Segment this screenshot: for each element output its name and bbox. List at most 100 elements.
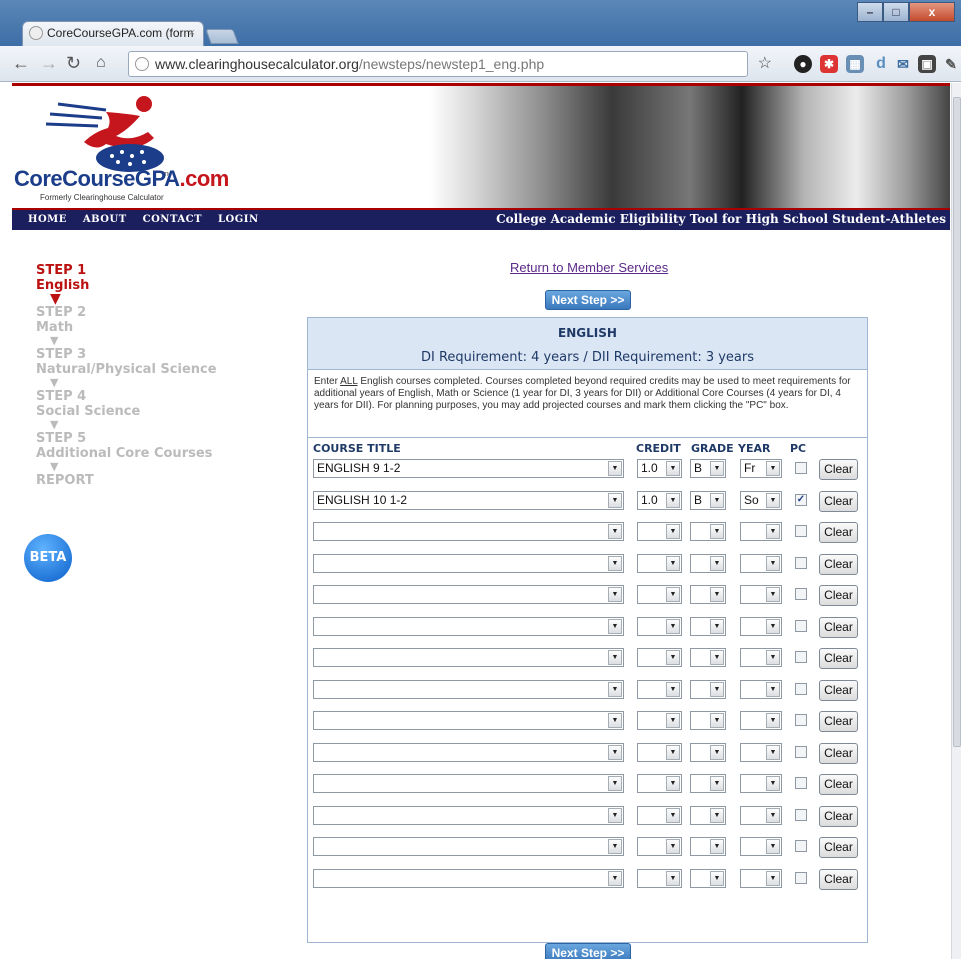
clear-row-button[interactable]: Clear bbox=[819, 837, 858, 858]
pc-checkbox[interactable] bbox=[795, 745, 807, 758]
course-title-select[interactable]: ▼ bbox=[313, 742, 624, 762]
new-tab-button[interactable] bbox=[205, 29, 239, 44]
return-to-member-services-link[interactable]: Return to Member Services bbox=[510, 260, 668, 275]
grade-select[interactable]: ▼ bbox=[690, 774, 726, 793]
chevron-down-icon[interactable]: ▼ bbox=[666, 618, 680, 634]
chevron-down-icon[interactable]: ▼ bbox=[766, 839, 780, 854]
close-window-button[interactable]: x bbox=[909, 2, 955, 22]
chevron-down-icon[interactable]: ▼ bbox=[710, 461, 724, 476]
chevron-down-icon[interactable]: ▼ bbox=[766, 776, 780, 791]
browser-tab[interactable]: CoreCourseGPA.com (form × bbox=[22, 21, 204, 46]
pc-checkbox[interactable] bbox=[795, 840, 807, 852]
clear-row-button[interactable]: Clear bbox=[819, 868, 858, 890]
year-select[interactable]: So ▼ bbox=[740, 490, 782, 510]
clear-row-button[interactable]: Clear bbox=[819, 679, 858, 701]
course-title-select[interactable]: ▼ bbox=[313, 679, 624, 699]
chevron-down-icon[interactable]: ▼ bbox=[608, 587, 622, 602]
chevron-down-icon[interactable]: ▼ bbox=[766, 618, 780, 634]
credit-select[interactable]: ▼ bbox=[637, 585, 682, 604]
chevron-down-icon[interactable]: ▼ bbox=[608, 650, 622, 665]
maximize-button[interactable]: □ bbox=[883, 2, 909, 22]
chevron-down-icon[interactable]: ▼ bbox=[766, 492, 780, 508]
clear-row-button[interactable]: Clear bbox=[819, 774, 858, 795]
chevron-down-icon[interactable]: ▼ bbox=[666, 807, 680, 823]
clear-row-button[interactable]: Clear bbox=[819, 742, 858, 764]
course-title-select[interactable]: ▼ bbox=[313, 868, 624, 888]
grade-select[interactable]: ▼ bbox=[690, 679, 726, 699]
step-4-label[interactable]: STEP 4 bbox=[36, 389, 217, 404]
back-icon[interactable]: ← bbox=[12, 52, 30, 74]
chevron-down-icon[interactable]: ▼ bbox=[766, 587, 780, 602]
extension-icon-1[interactable]: ● bbox=[794, 55, 812, 73]
pc-checkbox[interactable] bbox=[795, 588, 807, 600]
course-title-select[interactable]: ▼ bbox=[313, 774, 624, 793]
grade-select[interactable]: ▼ bbox=[690, 837, 726, 856]
year-select[interactable]: ▼ bbox=[740, 616, 782, 636]
grade-select[interactable]: ▼ bbox=[690, 585, 726, 604]
step-4-name[interactable]: Social Science bbox=[36, 404, 217, 419]
course-title-select[interactable]: ▼ bbox=[313, 553, 624, 573]
pc-checkbox[interactable] bbox=[795, 525, 807, 537]
course-title-select[interactable]: ▼ bbox=[313, 837, 624, 856]
year-select[interactable]: Fr ▼ bbox=[740, 459, 782, 478]
credit-select[interactable]: ▼ bbox=[637, 837, 682, 856]
course-title-select[interactable]: ▼ bbox=[313, 585, 624, 604]
step-5-name[interactable]: Additional Core Courses bbox=[36, 446, 217, 461]
step-2-name[interactable]: Math bbox=[36, 320, 217, 335]
reload-icon[interactable]: ↻ bbox=[66, 52, 81, 74]
grade-select[interactable]: ▼ bbox=[690, 742, 726, 762]
step-5-label[interactable]: STEP 5 bbox=[36, 431, 217, 446]
credit-select[interactable]: ▼ bbox=[637, 711, 682, 730]
chevron-down-icon[interactable]: ▼ bbox=[710, 650, 724, 665]
chevron-down-icon[interactable]: ▼ bbox=[710, 618, 724, 634]
grade-select[interactable]: B ▼ bbox=[690, 490, 726, 510]
chevron-down-icon[interactable]: ▼ bbox=[666, 839, 680, 854]
chevron-down-icon[interactable]: ▼ bbox=[710, 587, 724, 602]
chevron-down-icon[interactable]: ▼ bbox=[710, 681, 724, 697]
pc-checkbox[interactable] bbox=[795, 651, 807, 663]
grade-select[interactable]: B ▼ bbox=[690, 459, 726, 478]
forward-icon[interactable]: → bbox=[40, 52, 58, 74]
chevron-down-icon[interactable]: ▼ bbox=[608, 461, 622, 476]
next-step-button[interactable]: Next Step >> bbox=[545, 290, 631, 310]
credit-select[interactable]: ▼ bbox=[637, 522, 682, 541]
chevron-down-icon[interactable]: ▼ bbox=[666, 870, 680, 886]
clear-row-button[interactable]: Clear bbox=[819, 553, 858, 575]
course-title-select[interactable]: ▼ bbox=[313, 711, 624, 730]
pc-checkbox[interactable] bbox=[795, 682, 807, 695]
chevron-down-icon[interactable]: ▼ bbox=[666, 744, 680, 760]
chevron-down-icon[interactable]: ▼ bbox=[608, 713, 622, 728]
course-title-select[interactable]: ENGLISH 10 1-2 ▼ bbox=[313, 490, 624, 510]
step-2-label[interactable]: STEP 2 bbox=[36, 305, 217, 320]
chevron-down-icon[interactable]: ▼ bbox=[710, 713, 724, 728]
nav-about[interactable]: ABOUT bbox=[83, 214, 127, 225]
chevron-down-icon[interactable]: ▼ bbox=[608, 870, 622, 886]
chevron-down-icon[interactable]: ▼ bbox=[608, 839, 622, 854]
chevron-down-icon[interactable]: ▼ bbox=[710, 524, 724, 539]
course-title-select[interactable]: ENGLISH 9 1-2 ▼ bbox=[313, 459, 624, 478]
chevron-down-icon[interactable]: ▼ bbox=[766, 524, 780, 539]
grade-select[interactable]: ▼ bbox=[690, 553, 726, 573]
pc-checkbox[interactable] bbox=[795, 556, 807, 569]
chevron-down-icon[interactable]: ▼ bbox=[766, 650, 780, 665]
chevron-down-icon[interactable]: ▼ bbox=[666, 461, 680, 476]
step-3-name[interactable]: Natural/Physical Science bbox=[36, 362, 217, 377]
chevron-down-icon[interactable]: ▼ bbox=[608, 492, 622, 508]
page-scrollbar[interactable] bbox=[951, 83, 961, 959]
clear-row-button[interactable]: Clear bbox=[819, 616, 858, 638]
chevron-down-icon[interactable]: ▼ bbox=[608, 681, 622, 697]
grade-select[interactable]: ▼ bbox=[690, 616, 726, 636]
chevron-down-icon[interactable]: ▼ bbox=[710, 807, 724, 823]
pc-checkbox[interactable] bbox=[795, 619, 807, 632]
chevron-down-icon[interactable]: ▼ bbox=[710, 839, 724, 854]
credit-select[interactable]: ▼ bbox=[637, 868, 682, 888]
year-select[interactable]: ▼ bbox=[740, 742, 782, 762]
credit-select[interactable]: ▼ bbox=[637, 616, 682, 636]
extension-icon-2[interactable]: ✱ bbox=[820, 55, 838, 73]
chevron-down-icon[interactable]: ▼ bbox=[710, 744, 724, 760]
chevron-down-icon[interactable]: ▼ bbox=[666, 776, 680, 791]
clear-row-button[interactable]: Clear bbox=[819, 490, 858, 512]
clear-row-button[interactable]: Clear bbox=[819, 648, 858, 669]
year-select[interactable]: ▼ bbox=[740, 648, 782, 667]
pc-checkbox[interactable] bbox=[795, 714, 807, 726]
